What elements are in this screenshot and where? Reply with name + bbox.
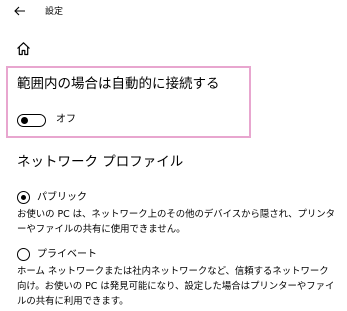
auto-connect-toggle[interactable] — [17, 114, 46, 127]
private-description: ホーム ネットワークまたは社内ネットワークなど、信頼するネットワーク向け。お使い… — [17, 266, 335, 307]
toggle-state-label: オフ — [56, 114, 76, 125]
radio-public[interactable] — [17, 191, 30, 204]
auto-connect-heading: 範囲内の場合は自動的に接続する — [17, 76, 220, 92]
radio-selected-dot — [20, 194, 26, 200]
radio-private-label[interactable]: プライベート — [37, 248, 97, 261]
radio-private[interactable] — [17, 248, 30, 261]
home-icon — [17, 42, 30, 56]
radio-public-label[interactable]: パブリック — [37, 191, 87, 204]
back-arrow-icon — [14, 6, 25, 16]
public-description: お使いの PC は、ネットワーク上のその他のデバイスから隠され、プリンターやファ… — [17, 209, 335, 235]
back-button[interactable] — [12, 4, 28, 20]
home-button[interactable] — [16, 41, 31, 56]
window-title: 設定 — [45, 7, 64, 17]
toggle-knob — [21, 117, 28, 124]
network-profile-heading: ネットワーク プロファイル — [17, 154, 184, 170]
